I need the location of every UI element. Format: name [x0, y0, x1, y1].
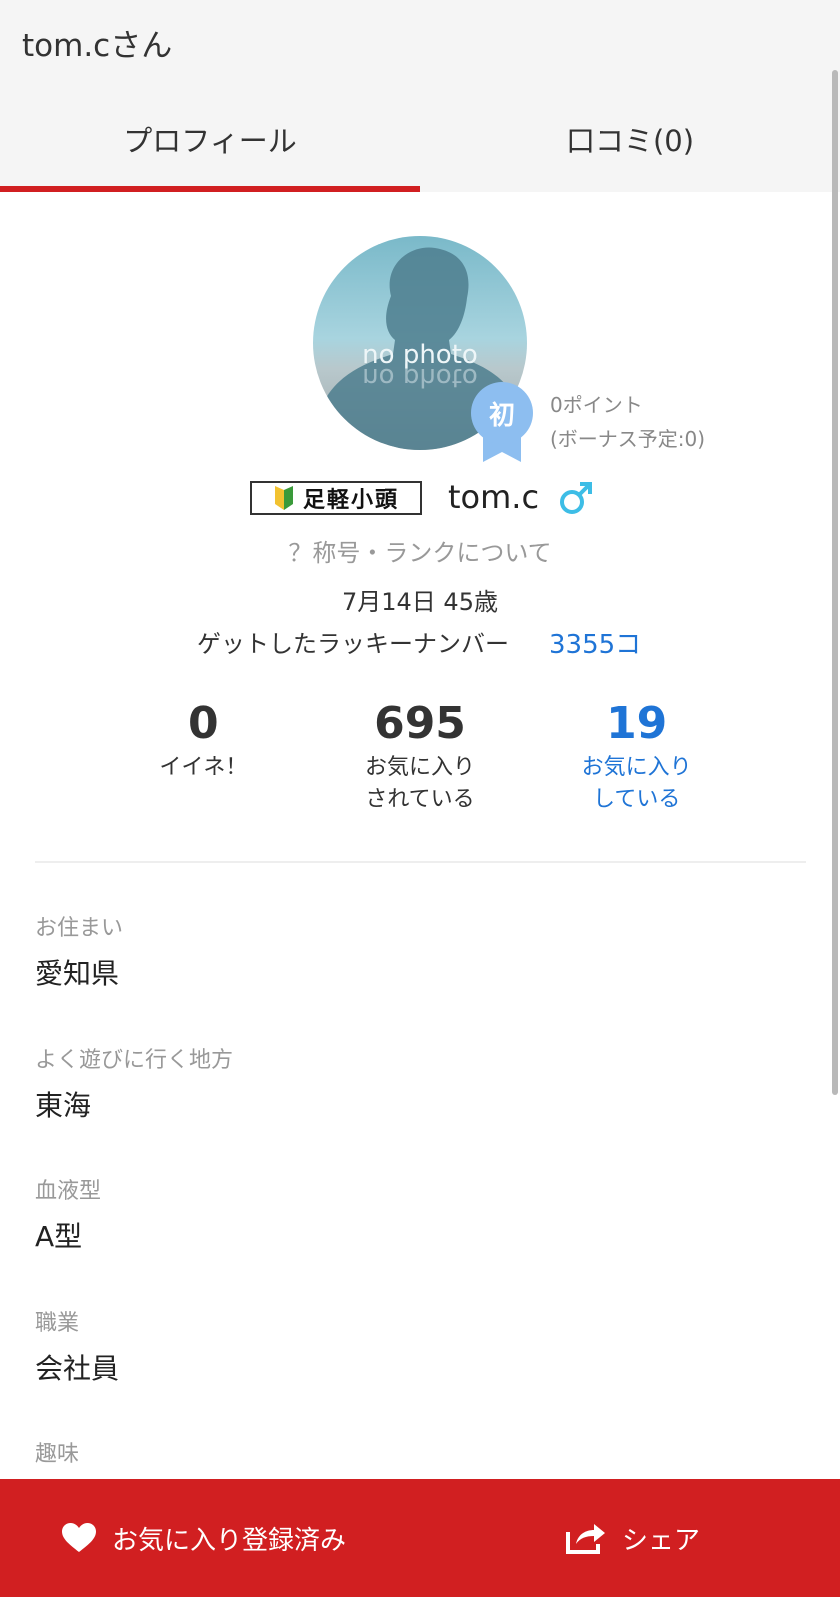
page-title: tom.cさん — [22, 28, 173, 64]
detail-value: 愛知県 — [35, 957, 120, 990]
favorited-by-count: 695 — [374, 698, 466, 749]
badge-label: 初 — [471, 382, 533, 444]
rank-info-link[interactable]: ？称号・ランクについて — [0, 533, 840, 568]
favorite-button[interactable]: お気に入り登録済み — [62, 1479, 346, 1597]
favorited-by-label-line2: されている — [365, 787, 475, 812]
likes-label: イイネ！ — [159, 755, 248, 780]
detail-label: よく遊びに行く地方 — [35, 1048, 234, 1073]
rank-title-image: 足軽小頭 — [250, 481, 422, 515]
bottom-action-bar: お気に入り登録済み シェア — [0, 1479, 840, 1597]
tab-bar: プロフィール 口コミ(0) — [0, 86, 840, 192]
detail-region: よく遊びに行く地方 東海 — [35, 1042, 233, 1124]
lucky-number-count[interactable]: 3355コ — [549, 624, 641, 661]
beginner-mark-icon — [274, 486, 293, 510]
favorited-by-stat: 695 お気に入り されている — [312, 700, 529, 820]
favorites-label-line2[interactable]: している — [528, 784, 745, 816]
share-button-label[interactable]: シェア — [622, 1520, 700, 1557]
detail-residence: お住まい 愛知県 — [35, 910, 123, 992]
likes-count: 0 — [188, 698, 219, 749]
detail-label: お住まい — [35, 916, 124, 941]
detail-label: 血液型 — [35, 1179, 102, 1204]
detail-label: 趣味 — [35, 1442, 80, 1467]
share-icon — [566, 1524, 605, 1554]
birthday-age: 7月14日 45歳 — [342, 588, 498, 616]
male-symbol-icon — [560, 482, 592, 514]
header-bar: tom.cさん — [0, 0, 840, 86]
favorited-by-label-line1: お気に入り — [365, 755, 476, 780]
detail-value: 東海 — [35, 1089, 92, 1122]
lucky-number-label: ゲットしたラッキーナンバー — [197, 630, 509, 658]
favorites-label-line1[interactable]: お気に入り — [528, 752, 745, 784]
rank-row: 足軽小頭 tom.c — [0, 478, 840, 518]
detail-blood-type: 血液型 A型 — [35, 1173, 101, 1255]
detail-label: 職業 — [35, 1311, 80, 1336]
stats-row: 0 イイネ！ 695 お気に入り されている 19 お気に入り している — [95, 700, 745, 820]
tab-reviews[interactable]: 口コミ(0) — [420, 86, 840, 192]
bonus-text: (ボーナス予定:0) — [550, 427, 706, 451]
username: tom.c — [448, 478, 540, 516]
favorites-stat[interactable]: 19 お気に入り している — [528, 700, 745, 820]
likes-stat: 0 イイネ！ — [95, 700, 312, 820]
favorites-count[interactable]: 19 — [528, 700, 745, 748]
rank-title: 足軽小頭 — [302, 487, 399, 513]
beginner-badge: 初 — [471, 382, 533, 462]
divider — [35, 861, 806, 863]
detail-hobby: 趣味 — [35, 1436, 79, 1468]
detail-value: A型 — [35, 1220, 83, 1253]
favorite-button-label[interactable]: お気に入り登録済み — [112, 1520, 346, 1557]
heart-icon — [62, 1523, 96, 1552]
points-info: 0ポイント (ボーナス予定:0) — [550, 388, 705, 456]
points-text: 0ポイント — [550, 393, 643, 417]
tab-profile[interactable]: プロフィール — [0, 86, 420, 192]
detail-value: 会社員 — [35, 1352, 120, 1385]
share-button[interactable]: シェア — [566, 1479, 700, 1597]
detail-occupation: 職業 会社員 — [35, 1305, 119, 1387]
